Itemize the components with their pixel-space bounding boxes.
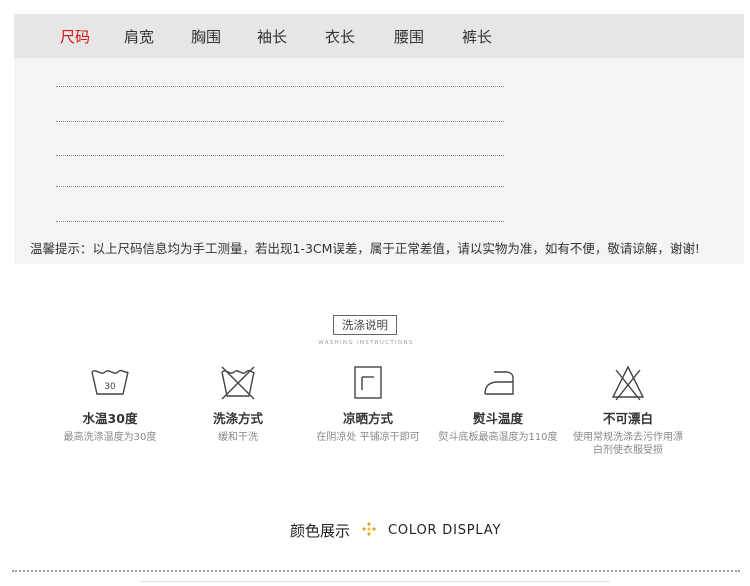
size-row-divider	[56, 186, 504, 187]
wash-label: 洗涤方式	[212, 411, 263, 426]
wash-item-ironing: 熨斗温度 熨斗底板最高温度为110度	[433, 364, 563, 444]
size-tab-bar: 尺码 肩宽 胸围 袖长 衣长 腰围 裤长	[14, 14, 744, 58]
tab-garment-length[interactable]: 衣长	[325, 26, 355, 47]
tab-sleeve-length[interactable]: 袖长	[257, 26, 287, 47]
wash-desc: 在阴凉处 平铺凉干即可	[316, 432, 420, 443]
section-divider	[12, 570, 740, 572]
washing-title: 洗涤说明	[333, 315, 397, 335]
wash-label: 水温30度	[82, 411, 138, 426]
tab-chest[interactable]: 胸围	[191, 26, 221, 47]
wash-desc: 最高洗涤温度为30度	[63, 432, 157, 443]
wash-tub-30-icon: 30	[91, 369, 129, 395]
wash-desc: 缓和干洗	[218, 432, 258, 443]
tab-size[interactable]: 尺码	[60, 26, 90, 47]
drying-icon	[354, 366, 382, 399]
wash-label: 凉晒方式	[342, 411, 393, 426]
wash-desc: 使用常规洗涤去污作用漂白剂使衣服受损	[573, 432, 683, 456]
washing-subtitle: WASHING INSTRUCTIONS	[318, 340, 414, 346]
wash-label: 不可漂白	[602, 411, 653, 426]
wash-item-bleach: 不可漂白 使用常规洗涤去污作用漂白剂使衣服受损	[563, 364, 693, 457]
size-row-divider	[56, 155, 504, 156]
wash-item-drying: 凉晒方式 在阴凉处 平铺凉干即可	[303, 364, 433, 444]
do-not-bleach-icon	[611, 365, 645, 401]
svg-text:30: 30	[104, 382, 116, 392]
size-row-divider	[56, 86, 504, 87]
size-table-panel: 尺码 肩宽 胸围 袖长 衣长 腰围 裤长 温馨提示：以上尺码信息均为手工测量，若…	[14, 14, 744, 264]
tab-pants-length[interactable]: 裤长	[462, 26, 492, 47]
wash-item-water-temp: 30 水温30度 最高洗涤温度为30度	[45, 364, 175, 444]
tab-waist[interactable]: 腰围	[394, 26, 424, 47]
wash-item-method: 洗涤方式 缓和干洗	[173, 364, 303, 444]
wash-label: 熨斗温度	[472, 411, 523, 426]
tab-shoulder-width[interactable]: 肩宽	[124, 26, 154, 47]
size-row-divider	[56, 221, 504, 222]
color-display-header: 颜色展示 COLOR DISPLAY	[290, 520, 501, 540]
diamond-cluster-icon	[362, 521, 377, 540]
iron-icon	[484, 371, 514, 395]
size-row-divider	[56, 121, 504, 122]
section-divider	[140, 581, 610, 582]
color-display-title-cn: 颜色展示	[290, 521, 351, 540]
do-not-wash-icon	[221, 366, 255, 400]
wash-desc: 熨斗底板最高温度为110度	[438, 432, 558, 443]
size-notice: 温馨提示：以上尺码信息均为手工测量，若出现1-3CM误差，属于正常差值，请以实物…	[30, 241, 700, 256]
color-display-title-en: COLOR DISPLAY	[388, 522, 502, 538]
